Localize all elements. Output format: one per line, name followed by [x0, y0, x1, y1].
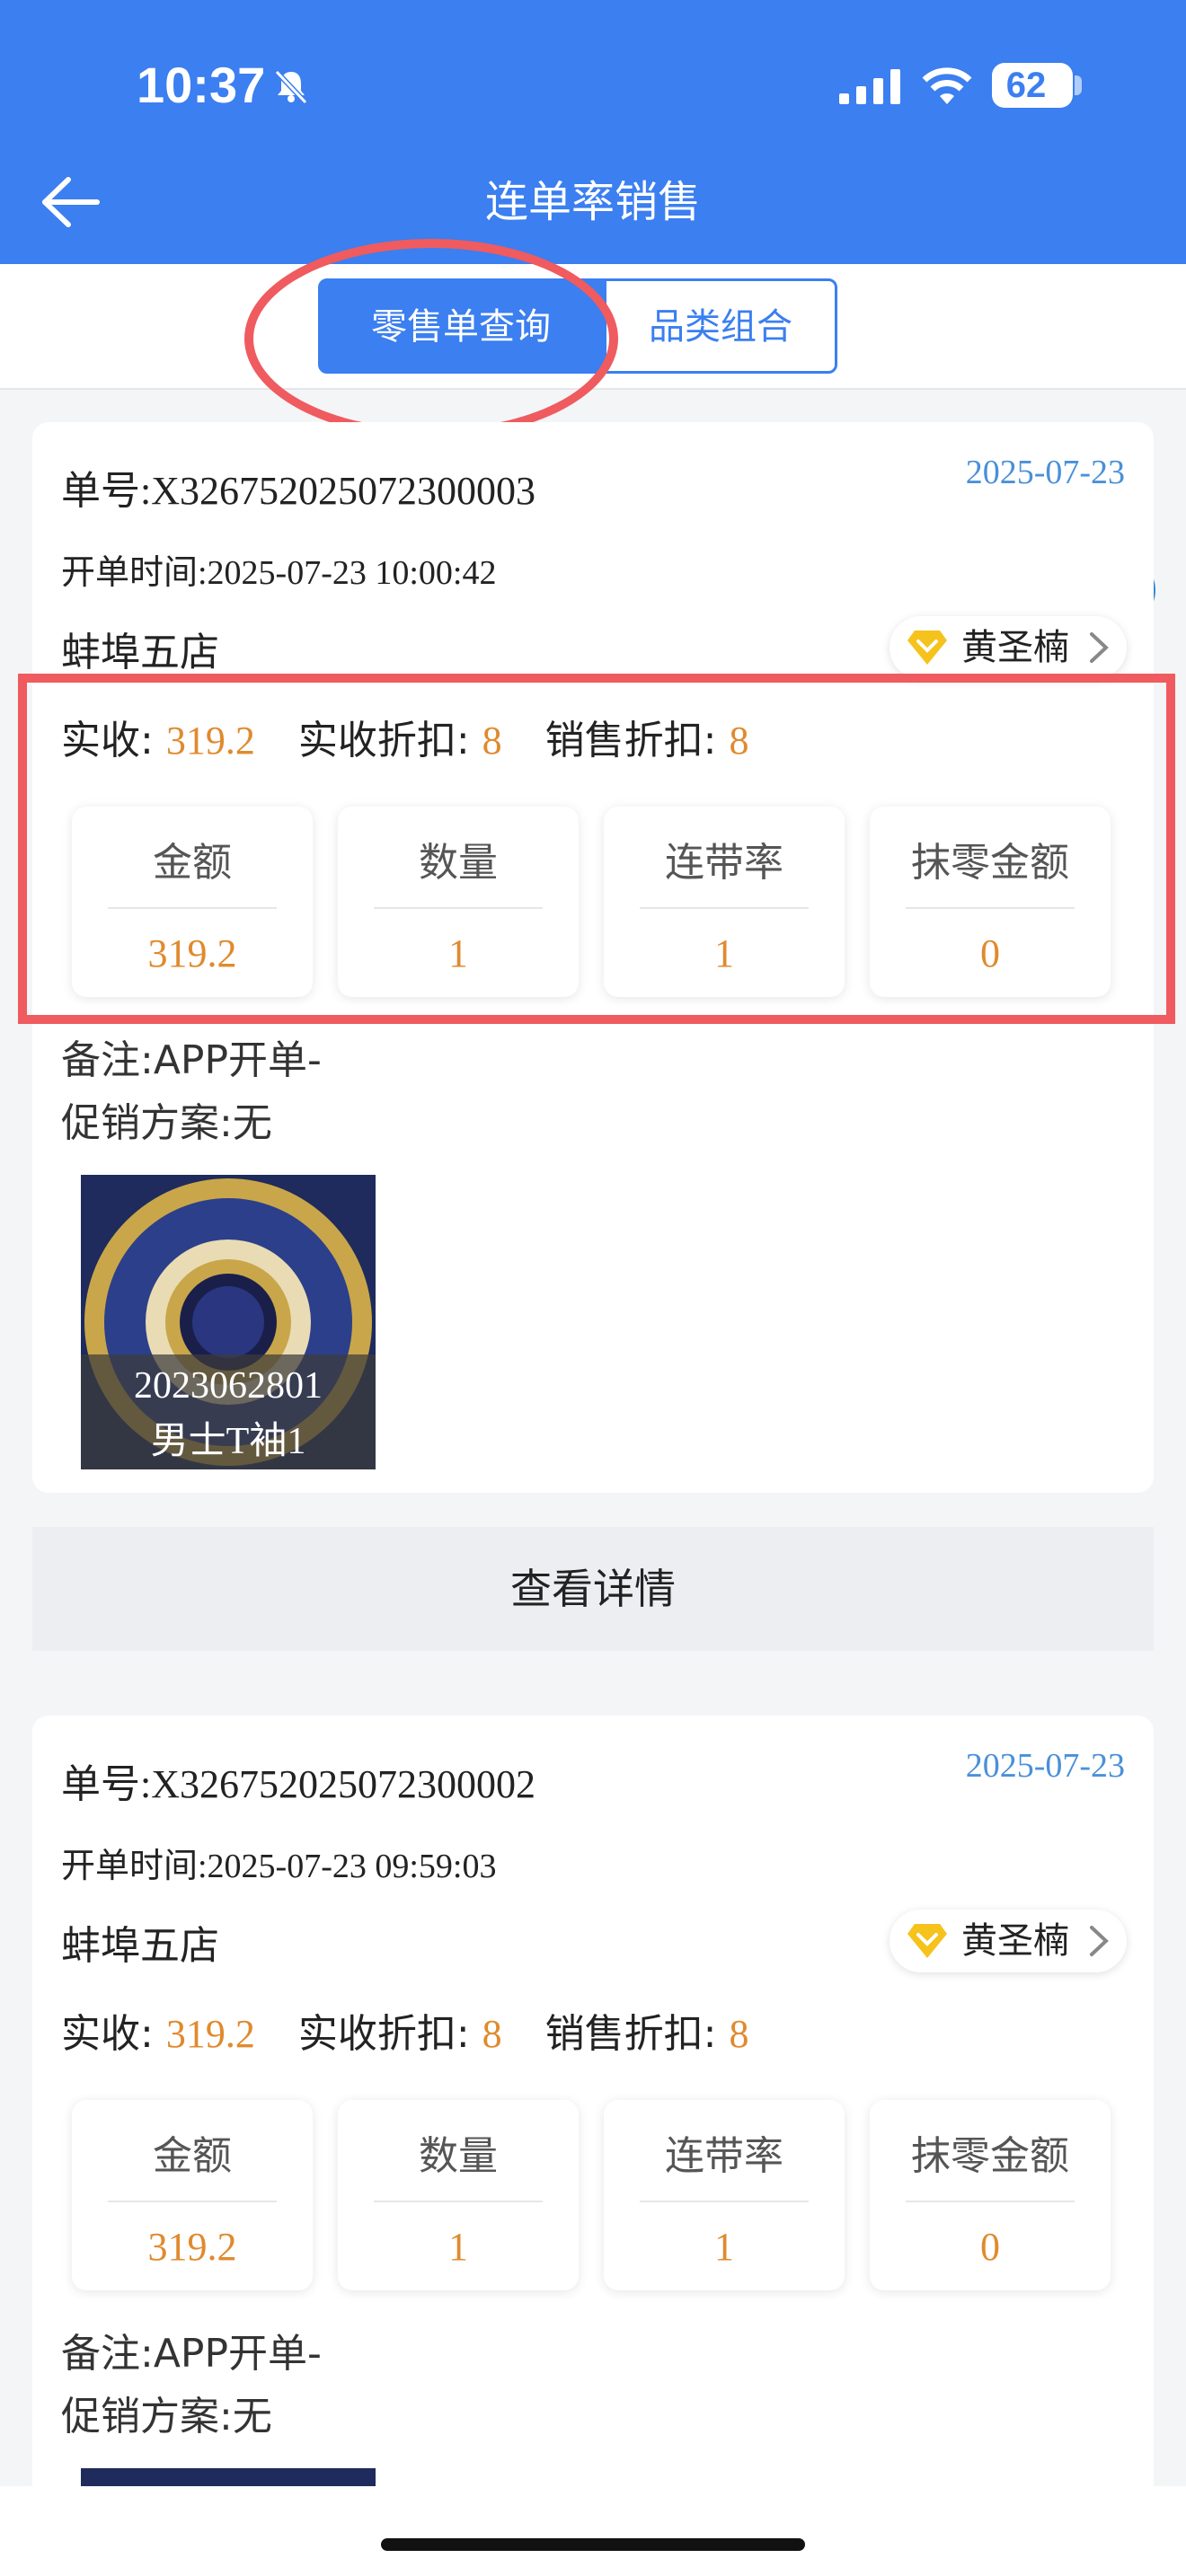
product-thumbnail[interactable]: [81, 2468, 376, 2486]
open-time: 开单时间:2025-07-23 10:00:42: [61, 554, 497, 592]
sales-discount-value: 8: [729, 2012, 749, 2056]
received-value: 319.2: [165, 2012, 255, 2056]
staff-name: 黄圣楠: [961, 627, 1069, 668]
bell-muted-icon: [274, 69, 308, 105]
product-caption: 2023062801 男士T袖1: [81, 1354, 376, 1469]
home-indicator[interactable]: [381, 2538, 805, 2551]
received-discount-label: 实收折扣:: [297, 2011, 470, 2057]
battery-tip: [1075, 75, 1082, 95]
staff-name: 黄圣楠: [961, 1920, 1069, 1962]
page-title: 连单率销售: [484, 177, 701, 227]
chevron-right-icon: [1090, 632, 1109, 663]
order-number: 单号:X326752025072300003: [61, 469, 535, 513]
product-code: 2023062801: [134, 1365, 323, 1407]
order-date: 2025-07-23: [965, 454, 1125, 491]
annotation-rectangle: [18, 674, 1175, 1024]
staff-button[interactable]: 黄圣楠: [890, 1910, 1127, 1972]
promotion: 促销方案:无: [61, 1100, 272, 1146]
promotion: 促销方案:无: [61, 2394, 272, 2439]
diamond-icon: [907, 1924, 947, 1958]
header: 10:37 62 连单率销售: [0, 0, 1186, 264]
sales-discount-label: 销售折扣:: [544, 2011, 717, 2057]
store-name: 蚌埠五店: [61, 1923, 219, 1969]
bottom-safe-area: [0, 2486, 1186, 2576]
remark: 备注:APP开单-: [61, 2331, 322, 2377]
received-discount-value: 8: [482, 2012, 502, 2056]
store-name: 蚌埠五店: [61, 630, 219, 675]
stat-attach-rate: 连带率 1: [604, 2100, 845, 2290]
remark: 备注:APP开单-: [61, 1037, 322, 1083]
chevron-right-icon: [1090, 1926, 1109, 1956]
battery-indicator: 62: [992, 63, 1073, 108]
signal-icon: [839, 69, 900, 104]
stat-rounding-amount: 抹零金额 0: [870, 2100, 1111, 2290]
stat-amount: 金额 319.2: [72, 2100, 313, 2290]
summary-row: 实收: 319.2 实收折扣: 8 销售折扣: 8: [61, 2001, 779, 2059]
tab-category-combo[interactable]: 品类组合: [604, 278, 837, 374]
diamond-icon: [907, 631, 947, 665]
staff-button[interactable]: 黄圣楠: [890, 616, 1127, 679]
order-date: 2025-07-23: [965, 1747, 1125, 1785]
annotation-ellipse: [244, 239, 618, 438]
wifi-icon: [922, 67, 972, 104]
product-name: 男士T袖1: [150, 1421, 306, 1462]
open-time: 开单时间:2025-07-23 09:59:03: [61, 1848, 497, 1885]
order-card[interactable]: 单号:X326752025072300002 2025-07-23 开单时间:2…: [32, 1716, 1154, 2576]
product-thumbnail[interactable]: 2023062801 男士T袖1: [81, 1175, 376, 1469]
status-time: 10:37: [137, 57, 266, 113]
stat-quantity: 数量 1: [338, 2100, 579, 2290]
order-number: 单号:X326752025072300002: [61, 1762, 535, 1806]
view-details-button[interactable]: 查看详情: [32, 1527, 1154, 1651]
received-label: 实收:: [61, 2011, 154, 2057]
